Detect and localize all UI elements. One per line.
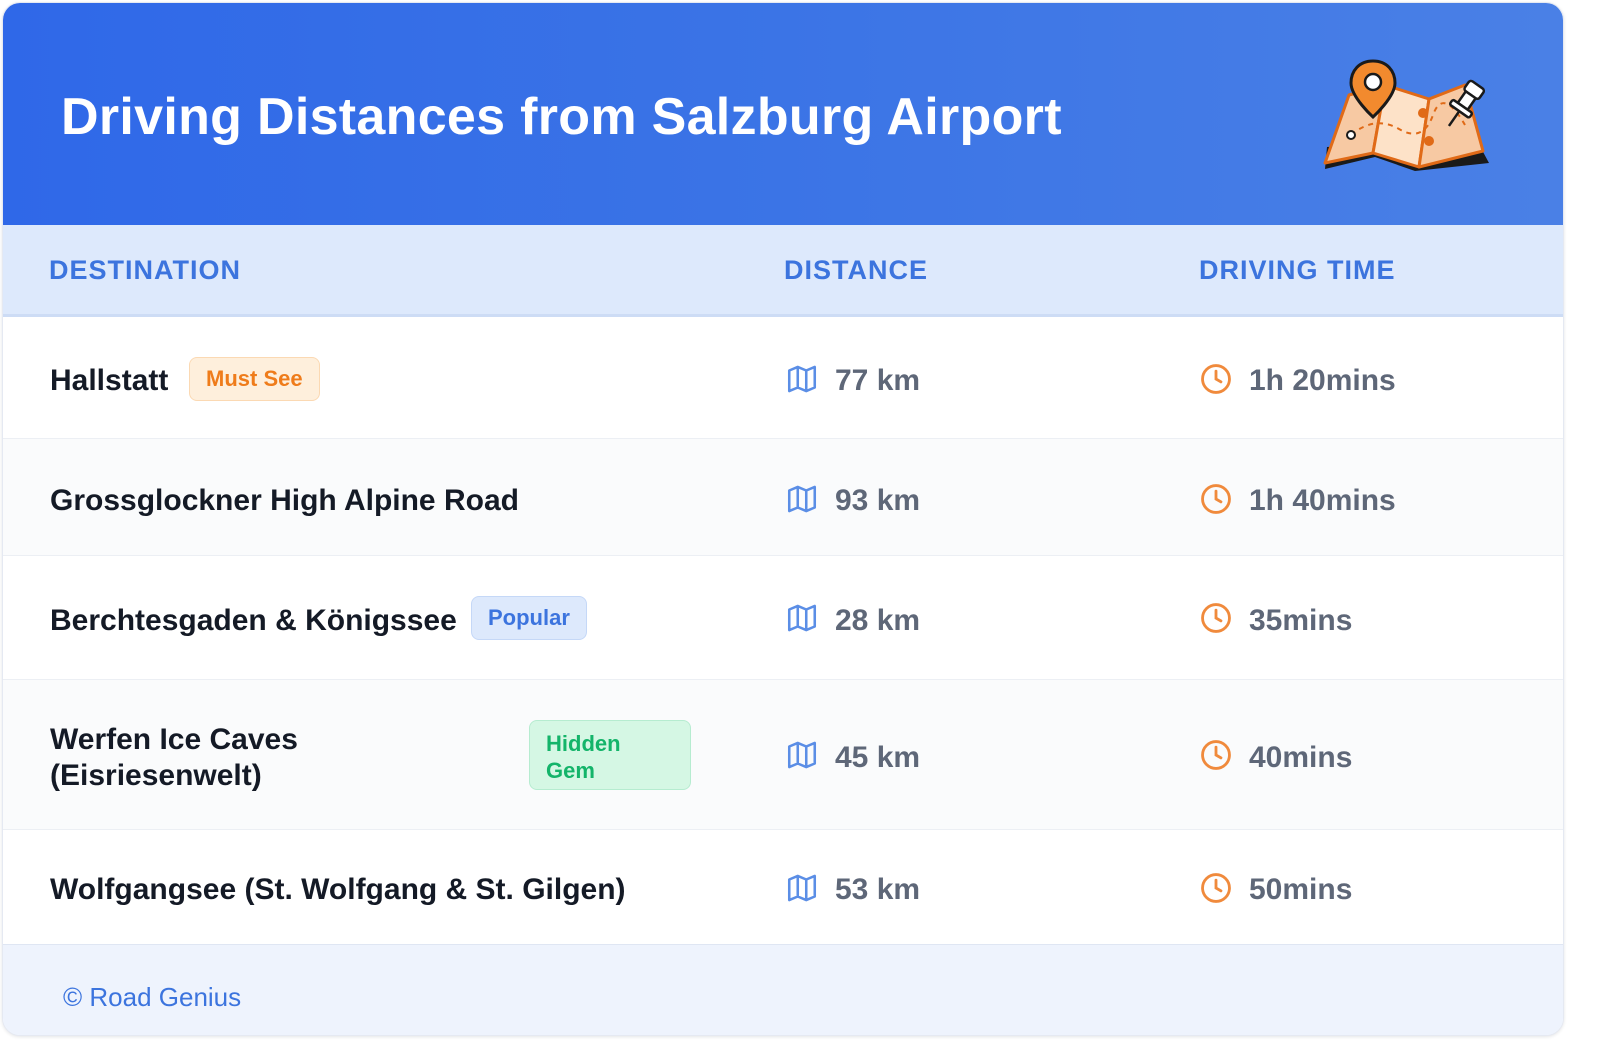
distance-card: Driving Distances from Salzburg Airport: [2, 2, 1564, 1036]
distance-value: 45 km: [835, 741, 921, 774]
badge-must-see: Must See: [189, 357, 320, 401]
clock-icon: [1201, 740, 1231, 770]
map-icon: [787, 485, 817, 513]
table-row: Werfen Ice Caves (Eisriesenwelt) Hidden …: [3, 680, 1563, 830]
distance-value: 77 km: [835, 364, 921, 397]
column-header-distance: DISTANCE: [784, 255, 929, 285]
distance-value: 28 km: [835, 604, 921, 637]
driving-time-value: 50mins: [1249, 873, 1353, 906]
card-header: Driving Distances from Salzburg Airport: [3, 3, 1563, 225]
destination-name: Werfen Ice Caves (Eisriesenwelt): [50, 722, 298, 794]
table-row: Berchtesgaden & Königssee Popular 28 km …: [3, 556, 1563, 680]
map-icon: [787, 741, 817, 769]
badge-popular: Popular: [471, 596, 587, 640]
table-header: DESTINATION DISTANCE DRIVING TIME: [3, 225, 1563, 317]
destination-name: Hallstatt: [50, 364, 169, 397]
clock-icon: [1201, 484, 1231, 514]
map-icon: [787, 365, 817, 393]
table-row: Wolfgangsee (St. Wolfgang & St. Gilgen) …: [3, 830, 1563, 944]
map-icon: [787, 874, 817, 902]
page-title: Driving Distances from Salzburg Airport: [61, 88, 1062, 146]
distance-value: 93 km: [835, 484, 921, 517]
destination-name: Wolfgangsee (St. Wolfgang & St. Gilgen): [50, 873, 626, 906]
clock-icon: [1201, 603, 1231, 633]
card-footer: © Road Genius: [3, 944, 1563, 1035]
driving-time-value: 1h 20mins: [1249, 364, 1396, 397]
column-header-destination: DESTINATION: [49, 255, 241, 285]
driving-time-value: 1h 40mins: [1249, 484, 1396, 517]
destination-line: (Eisriesenwelt): [50, 759, 262, 792]
destination-name: Grossglockner High Alpine Road: [50, 484, 519, 517]
footer-credit: © Road Genius: [63, 982, 242, 1012]
column-header-driving-time: DRIVING TIME: [1199, 255, 1396, 285]
map-icon: [787, 604, 817, 632]
clock-icon: [1201, 364, 1231, 394]
table-row: Grossglockner High Alpine Road 93 km 1h …: [3, 439, 1563, 556]
badge-line: Gem: [546, 758, 595, 783]
badge-hidden-gem: Hidden Gem: [529, 720, 691, 790]
distance-value: 53 km: [835, 873, 921, 906]
driving-time-value: 40mins: [1249, 741, 1353, 774]
driving-time-value: 35mins: [1249, 604, 1353, 637]
table-row: Hallstatt Must See 77 km 1h 20mins: [3, 317, 1563, 439]
clock-icon: [1201, 873, 1231, 903]
badge-line: Hidden: [546, 731, 621, 756]
destination-line: Werfen Ice Caves: [50, 723, 298, 756]
map-with-pins-icon: [1323, 59, 1489, 171]
destination-name: Berchtesgaden & Königssee: [50, 604, 457, 637]
